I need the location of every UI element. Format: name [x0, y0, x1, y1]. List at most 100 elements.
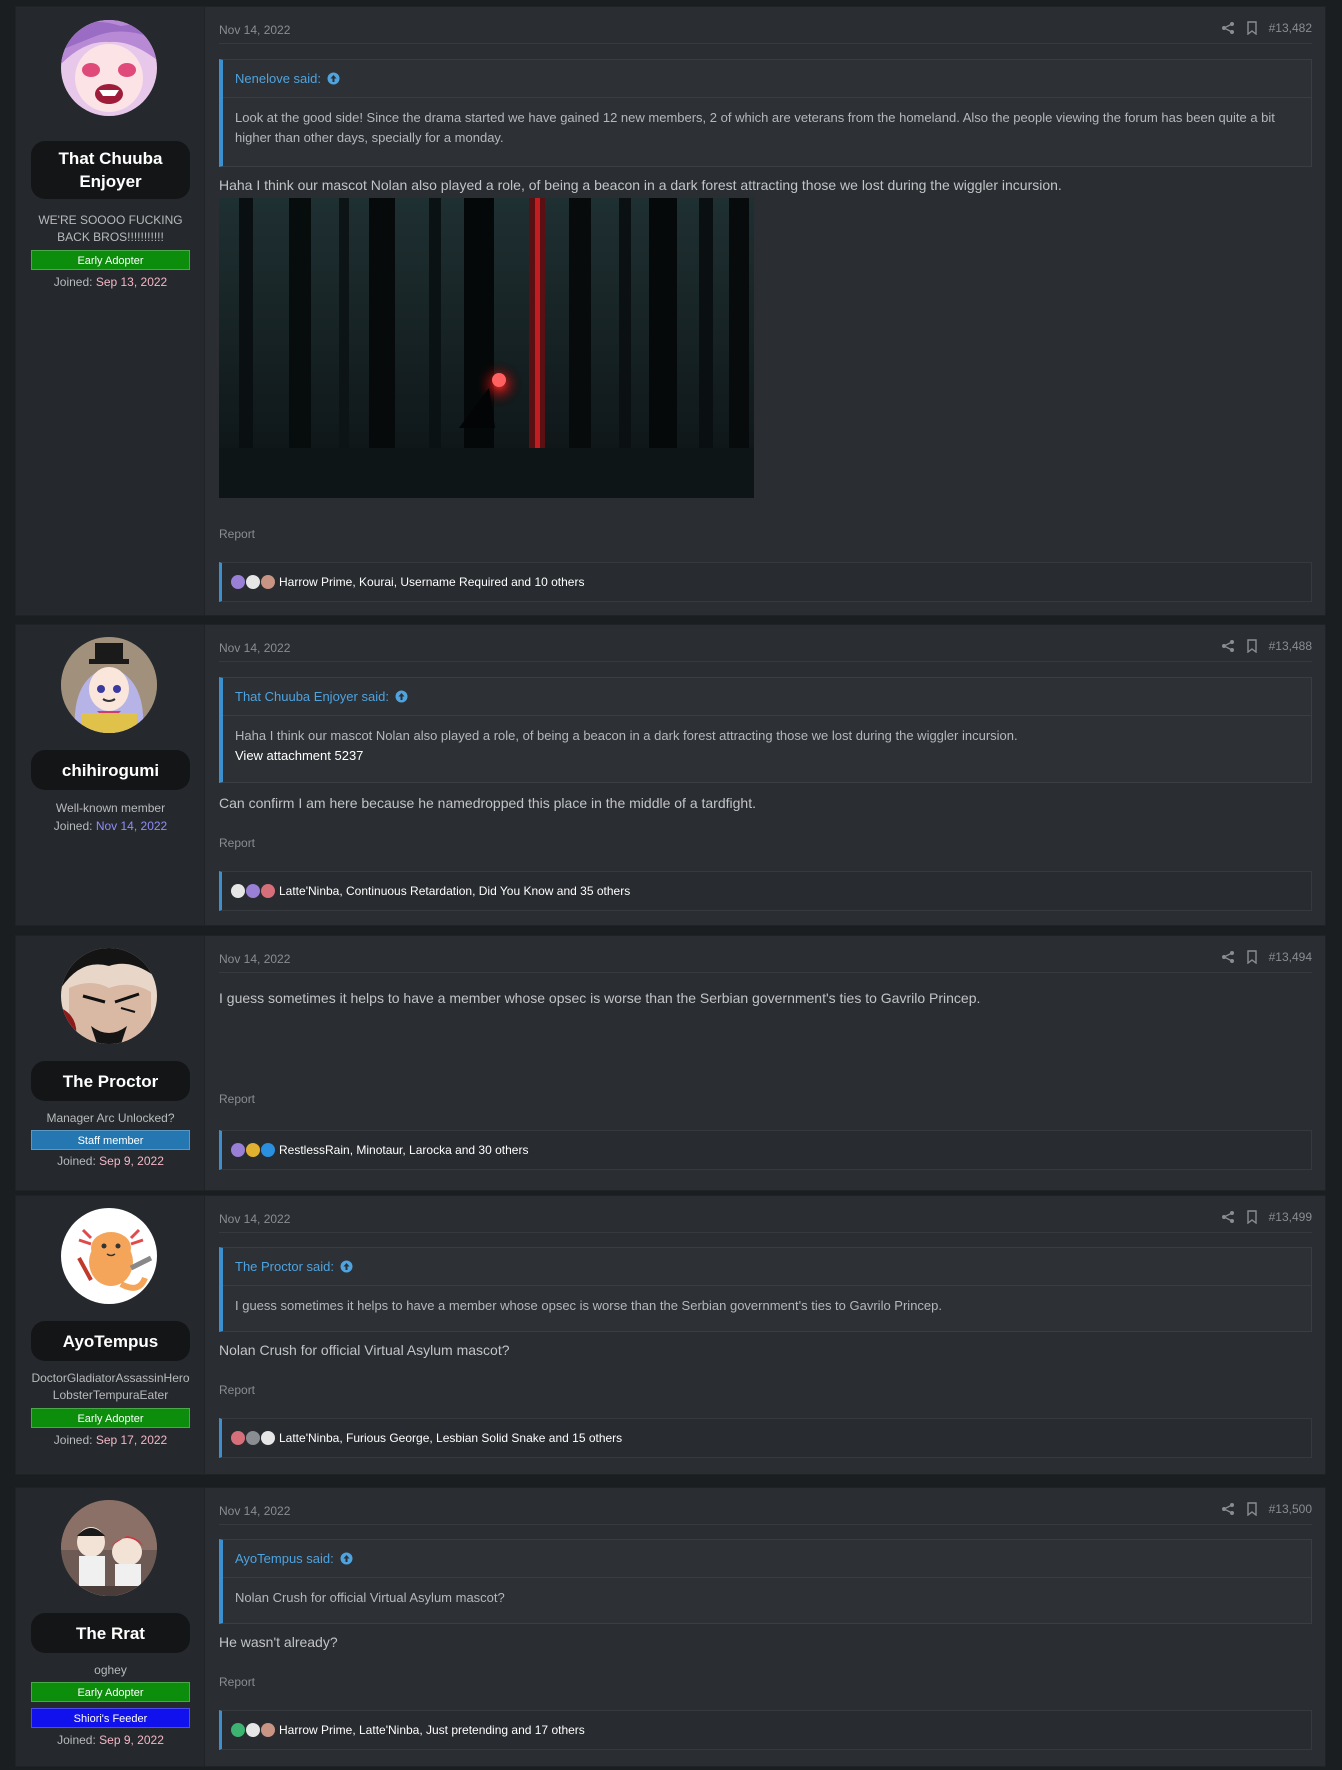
reactions-bar[interactable]: Harrow Prime, Kourai, Username Required … — [219, 562, 1312, 602]
user-avatar[interactable] — [61, 948, 157, 1044]
post-body: Nov 14, 2022 #13,499 The Proctor said: I… — [205, 1196, 1325, 1474]
joined-date[interactable]: Sep 9, 2022 — [99, 1733, 164, 1747]
post-number[interactable]: #13,488 — [1269, 639, 1312, 653]
user-banner: Early Adopter — [31, 250, 190, 270]
quote-block: Nenelove said: Look at the good side! Si… — [219, 59, 1312, 167]
reaction-icon — [261, 1143, 275, 1157]
post-date[interactable]: Nov 14, 2022 — [219, 1504, 290, 1518]
user-avatar[interactable] — [61, 20, 157, 116]
user-title: oghey — [94, 1663, 127, 1677]
reactions-bar[interactable]: Latte'Ninba, Continuous Retardation, Did… — [219, 871, 1312, 911]
post-actions: #13,494 — [1221, 950, 1312, 964]
post-message: Can confirm I am here because he namedro… — [219, 795, 756, 811]
joined-date[interactable]: Sep 9, 2022 — [99, 1154, 164, 1168]
reactions-text: Latte'Ninba, Continuous Retardation, Did… — [279, 884, 631, 898]
post-number[interactable]: #13,499 — [1269, 1210, 1312, 1224]
reactions-bar[interactable]: Latte'Ninba, Furious George, Lesbian Sol… — [219, 1418, 1312, 1458]
reaction-avatars — [231, 1431, 275, 1445]
reaction-icon — [246, 1431, 260, 1445]
report-link[interactable]: Report — [219, 1092, 255, 1106]
joined-label: Joined: — [57, 1154, 96, 1168]
reactions-text: Harrow Prime, Kourai, Username Required … — [279, 575, 585, 589]
user-avatar[interactable] — [61, 1208, 157, 1304]
share-icon[interactable] — [1221, 950, 1235, 964]
user-title: Manager Arc Unlocked? — [46, 1111, 175, 1125]
username[interactable]: AyoTempus — [31, 1321, 190, 1361]
post-actions: #13,488 — [1221, 639, 1312, 653]
header-divider — [219, 661, 1312, 662]
user-avatar[interactable] — [61, 1500, 157, 1596]
username[interactable]: The Rrat — [31, 1613, 190, 1653]
post-actions: #13,499 — [1221, 1210, 1312, 1224]
username[interactable]: That Chuuba Enjoyer — [31, 141, 190, 199]
joined-date[interactable]: Sep 17, 2022 — [96, 1433, 167, 1447]
quote-author: AyoTempus said: — [235, 1551, 334, 1566]
header-divider — [219, 43, 1312, 44]
share-icon[interactable] — [1221, 21, 1235, 35]
post-actions: #13,500 — [1221, 1502, 1312, 1516]
post-number[interactable]: #13,482 — [1269, 21, 1312, 35]
report-link[interactable]: Report — [219, 1675, 255, 1689]
user-info: The Rrat oghey Early Adopter Shiori's Fe… — [16, 1488, 205, 1766]
quote-text: Look at the good side! Since the drama s… — [235, 110, 1275, 145]
post-date[interactable]: Nov 14, 2022 — [219, 1212, 290, 1226]
report-link[interactable]: Report — [219, 1383, 255, 1397]
reaction-avatars — [231, 884, 275, 898]
share-icon[interactable] — [1221, 1502, 1235, 1516]
share-icon[interactable] — [1221, 639, 1235, 653]
user-info: That Chuuba Enjoyer WE'RE SOOOO FUCKING … — [16, 7, 205, 615]
post-date[interactable]: Nov 14, 2022 — [219, 641, 290, 655]
username[interactable]: chihirogumi — [31, 750, 190, 790]
view-attachment-link[interactable]: View attachment 5237 — [235, 746, 1299, 766]
username[interactable]: The Proctor — [31, 1061, 190, 1101]
thread: That Chuuba Enjoyer WE'RE SOOOO FUCKING … — [0, 0, 1342, 1770]
post-body: Nov 14, 2022 #13,494 I guess sometimes i… — [205, 936, 1325, 1190]
user-info: AyoTempus DoctorGladiatorAssassinHero Lo… — [16, 1196, 205, 1474]
post: AyoTempus DoctorGladiatorAssassinHero Lo… — [15, 1195, 1326, 1475]
reaction-icon — [231, 575, 245, 589]
user-avatar[interactable] — [61, 637, 157, 733]
post-number[interactable]: #13,500 — [1269, 1502, 1312, 1516]
reactions-bar[interactable]: Harrow Prime, Latte'Ninba, Just pretendi… — [219, 1710, 1312, 1750]
quote-author: The Proctor said: — [235, 1259, 334, 1274]
joined-date[interactable]: Nov 14, 2022 — [96, 819, 167, 833]
post-body: Nov 14, 2022 #13,482 Nenelove said: Look… — [205, 7, 1325, 615]
joined-label: Joined: — [53, 275, 93, 289]
post-number[interactable]: #13,494 — [1269, 950, 1312, 964]
quote-author: That Chuuba Enjoyer said: — [235, 689, 389, 704]
bookmark-icon[interactable] — [1245, 950, 1259, 964]
bookmark-icon[interactable] — [1245, 21, 1259, 35]
post-date[interactable]: Nov 14, 2022 — [219, 952, 290, 966]
header-divider — [219, 972, 1312, 973]
post-message: He wasn't already? — [219, 1634, 338, 1650]
quote-author-link[interactable]: Nenelove said: — [223, 60, 1311, 98]
post-date[interactable]: Nov 14, 2022 — [219, 23, 290, 37]
joined-date[interactable]: Sep 13, 2022 — [96, 275, 167, 289]
user-title: WE'RE SOOOO FUCKING BACK BROS!!!!!!!!!!! — [38, 213, 183, 244]
post-body: Nov 14, 2022 #13,488 That Chuuba Enjoyer… — [205, 625, 1325, 925]
reactions-bar[interactable]: RestlessRain, Minotaur, Larocka and 30 o… — [219, 1130, 1312, 1170]
arrow-up-circle-icon[interactable] — [340, 1260, 353, 1273]
arrow-up-circle-icon[interactable] — [340, 1552, 353, 1565]
joined-info: Joined: Sep 9, 2022 — [16, 1154, 205, 1168]
arrow-up-circle-icon[interactable] — [395, 690, 408, 703]
arrow-up-circle-icon[interactable] — [327, 72, 340, 85]
report-link[interactable]: Report — [219, 836, 255, 850]
bookmark-icon[interactable] — [1245, 1502, 1259, 1516]
share-icon[interactable] — [1221, 1210, 1235, 1224]
reactions-text: Latte'Ninba, Furious George, Lesbian Sol… — [279, 1431, 623, 1445]
quote-text: I guess sometimes it helps to have a mem… — [235, 1298, 942, 1313]
user-info: The Proctor Manager Arc Unlocked? Staff … — [16, 936, 205, 1190]
quote-author: Nenelove said: — [235, 71, 321, 86]
bookmark-icon[interactable] — [1245, 639, 1259, 653]
joined-info: Joined: Sep 13, 2022 — [16, 275, 205, 289]
quote-author-link[interactable]: AyoTempus said: — [223, 1540, 1311, 1578]
post-message: Haha I think our mascot Nolan also playe… — [219, 177, 1062, 193]
quote-author-link[interactable]: The Proctor said: — [223, 1248, 1311, 1286]
report-link[interactable]: Report — [219, 527, 255, 541]
attached-image[interactable] — [219, 198, 754, 498]
bookmark-icon[interactable] — [1245, 1210, 1259, 1224]
reactions-text: Harrow Prime, Latte'Ninba, Just pretendi… — [279, 1723, 585, 1737]
quote-author-link[interactable]: That Chuuba Enjoyer said: — [223, 678, 1311, 716]
quote-text: Haha I think our mascot Nolan also playe… — [235, 728, 1018, 743]
